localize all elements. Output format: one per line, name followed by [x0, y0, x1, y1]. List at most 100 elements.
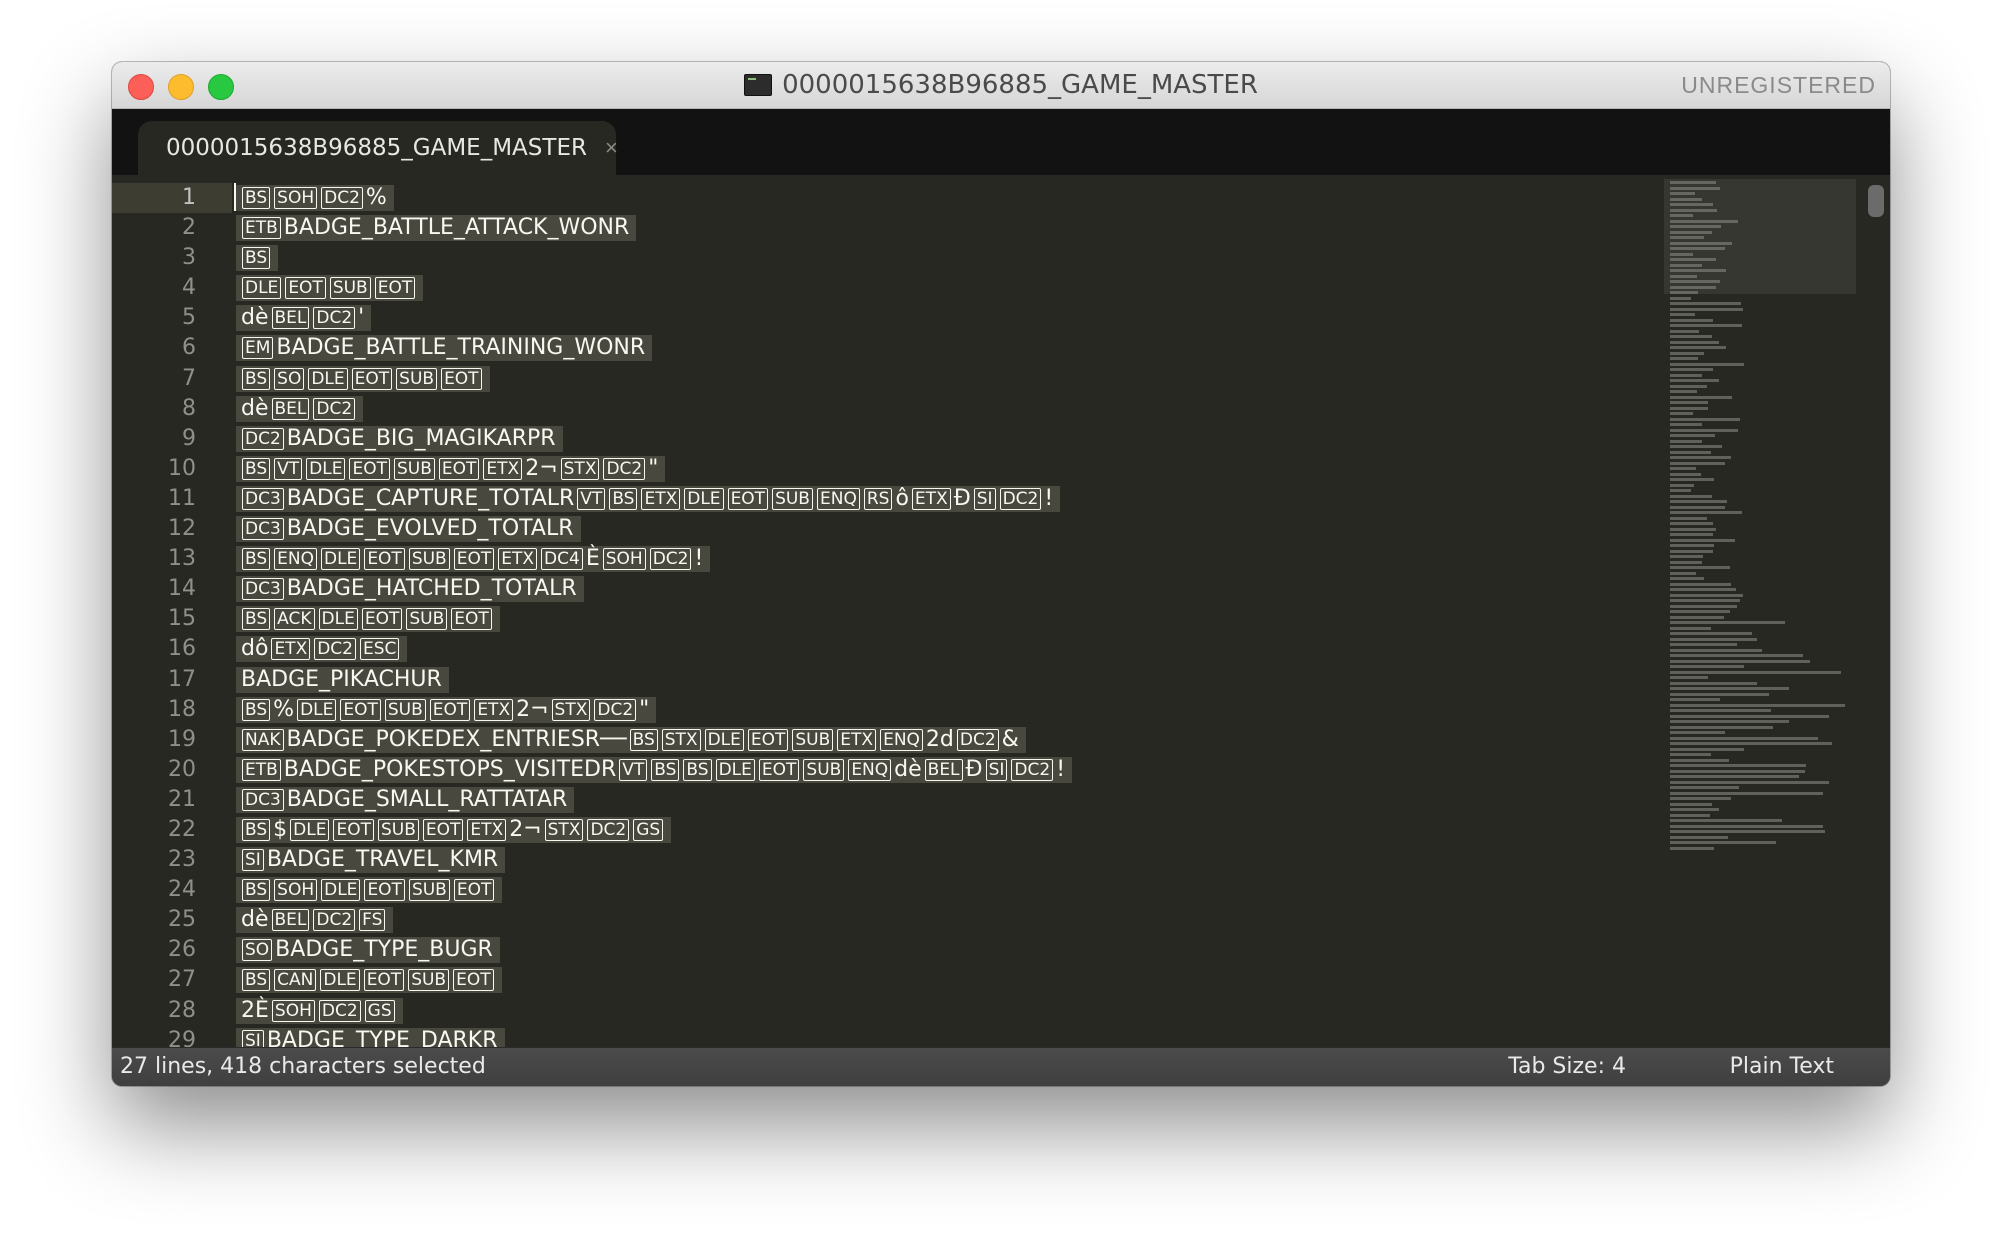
minimap-row [1670, 368, 1714, 371]
text-run: ! [1044, 485, 1054, 511]
editor-line[interactable]: 9 DC2 BADGE_BIG_MAGIKARPR [112, 424, 1670, 454]
text-run: 2d [925, 726, 954, 752]
editor-line[interactable]: 20 ETB BADGE_POKESTOPS_VISITEDR VT BS BS DLE EO… [112, 755, 1670, 785]
control-char-glyph: SUB [408, 969, 450, 992]
control-char-glyph: EOT [361, 608, 403, 631]
minimap-row [1670, 467, 1697, 470]
vertical-scrollbar[interactable] [1868, 185, 1884, 217]
editor-line[interactable]: 17 BADGE_PIKACHUR [112, 665, 1670, 695]
control-char-glyph: DLE [321, 548, 361, 571]
control-char-glyph: ETX [837, 728, 877, 751]
minimap-row [1670, 318, 1714, 322]
line-number: 20 [168, 756, 196, 782]
minimap-row [1670, 489, 1692, 492]
editor-line[interactable]: 3 BS [112, 243, 1670, 273]
minimap-row [1670, 527, 1717, 531]
minimap-row [1670, 395, 1732, 399]
editor-line[interactable]: 12 DC3 BADGE_EVOLVED_TOTALR [112, 514, 1670, 544]
line-number: 8 [182, 395, 196, 421]
control-char-glyph: SUB [803, 758, 845, 781]
minimap-row [1670, 549, 1714, 553]
editor-line[interactable]: 22 BS $ DLE EOT SUB EOT ETX 2¬ STX DC2 GS [112, 815, 1670, 845]
line-number: 22 [168, 816, 196, 842]
line-text: 2È SOH DC2 GS [236, 997, 403, 1024]
minimap-row [1670, 753, 1711, 756]
control-char-glyph: EOT [349, 457, 390, 480]
control-char-glyph: DC3 [242, 578, 284, 601]
code-lines[interactable]: 1 BS SOH DC2% 2 ETB BADGE_BATTLE_ATTACK_WONR 3 B… [112, 183, 1670, 1056]
editor-line[interactable]: 1 BS SOH DC2% [112, 183, 1670, 213]
minimap-row [1670, 428, 1738, 432]
minimap-row [1670, 208, 1717, 212]
minimap-row [1670, 313, 1696, 316]
line-number: 27 [168, 967, 196, 993]
control-char-glyph: BEL [924, 758, 963, 781]
editor-line[interactable]: 10 BS VT DLE EOT SUB EOT ETX 2¬ STX DC2 " [112, 454, 1670, 484]
text-editor[interactable]: 1 BS SOH DC2% 2 ETB BADGE_BATTLE_ATTACK_WONR 3 B… [112, 175, 1890, 1054]
editor-line[interactable]: 11 DC3 BADGE_CAPTURE_TOTALR VT BS ETX DLE EOT SU… [112, 484, 1670, 514]
minimap-row [1670, 725, 1773, 729]
minimap-row [1670, 241, 1733, 245]
line-text: BS% DLE EOT SUB EOT ETX 2¬ STX DC2 " [236, 696, 657, 723]
line-text: DC3 BADGE_CAPTURE_TOTALR VT BS ETX DLE EOT SUB E… [236, 485, 1061, 512]
minimap-row [1670, 302, 1741, 305]
editor-line[interactable]: 8 dè BEL DC2 [112, 394, 1670, 424]
control-char-glyph: EOT [747, 728, 789, 751]
control-char-glyph: DC2 [242, 427, 284, 450]
control-char-glyph: DC2 [1011, 758, 1054, 781]
syntax-selector[interactable]: Plain Text [1730, 1048, 1834, 1086]
control-char-glyph: EOT [727, 487, 769, 510]
line-text: DC3 BADGE_HATCHED_TOTALR [236, 576, 584, 603]
minimap-row [1670, 340, 1720, 344]
text-run: BADGE_CAPTURE_TOTALR [286, 485, 575, 511]
editor-line[interactable]: 23 SI BADGE_TRAVEL_KMR [112, 845, 1670, 875]
line-text: BS SOH DC2% [236, 185, 394, 211]
editor-line[interactable]: 6 EM BADGE_BATTLE_TRAINING_WONR [112, 333, 1670, 363]
control-char-glyph: BEL [271, 307, 310, 330]
editor-line[interactable]: 25 dè BEL DC2 FS [112, 905, 1670, 935]
editor-line[interactable]: 21 DC3 BADGE_SMALL_RATTATAR [112, 785, 1670, 815]
minimap-row [1670, 307, 1743, 311]
control-char-glyph: DC2 [999, 487, 1042, 510]
minimap-row [1670, 461, 1726, 465]
line-text: BS SOH DLE EOT SUB EOT [236, 877, 503, 904]
minimap-row [1670, 346, 1727, 349]
minimap-row [1670, 731, 1725, 734]
minimap-row [1670, 203, 1714, 206]
editor-line[interactable]: 5 dè BEL DC2 ' [112, 303, 1670, 333]
tab-close-icon[interactable]: × [605, 135, 618, 161]
control-char-glyph: DLE [308, 367, 348, 390]
editor-line[interactable]: 13 BS ENQ DLE EOT SUB EOT ETX DC4 È SOH DC2! [112, 544, 1670, 574]
editor-line[interactable]: 24 BS SOH DLE EOT SUB EOT [112, 875, 1670, 905]
control-char-glyph: BS [242, 879, 271, 902]
editor-line[interactable]: 18 BS% DLE EOT SUB EOT ETX 2¬ STX DC2 " [112, 695, 1670, 725]
minimap-row [1670, 516, 1707, 520]
control-char-glyph: VT [619, 758, 648, 781]
line-number: 19 [168, 726, 196, 752]
minimap-row [1670, 329, 1700, 333]
tab-size-selector[interactable]: Tab Size: 4 [1508, 1048, 1626, 1086]
minimap-row [1670, 483, 1694, 487]
editor-line[interactable]: 14 DC3 BADGE_HATCHED_TOTALR [112, 574, 1670, 604]
minimap-row [1670, 197, 1703, 201]
editor-line[interactable]: 27 BS CAN DLE EOT SUB EOT [112, 965, 1670, 995]
control-char-glyph: VT [274, 457, 303, 480]
editor-line[interactable]: 15 BS ACK DLE EOT SUB EOT [112, 604, 1670, 634]
editor-line[interactable]: 4 DLE EOT SUB EOT [112, 273, 1670, 303]
text-run: BADGE_BATTLE_TRAINING_WONR [276, 335, 646, 361]
minimap[interactable] [1664, 179, 1856, 1048]
control-char-glyph: SO [242, 939, 273, 962]
file-tab[interactable]: 0000015638B96885_GAME_MASTER × [138, 121, 618, 175]
minimap-row [1670, 819, 1783, 822]
line-number: 28 [168, 997, 196, 1023]
editor-line[interactable]: 16 dô ETX DC2 ESC [112, 634, 1670, 664]
minimap-row [1670, 714, 1829, 718]
editor-line[interactable]: 2 ETB BADGE_BATTLE_ATTACK_WONR [112, 213, 1670, 243]
control-char-glyph: FS [359, 909, 386, 932]
editor-line[interactable]: 28 2È SOH DC2 GS [112, 996, 1670, 1026]
editor-line[interactable]: 26 SO BADGE_TYPE_BUGR [112, 935, 1670, 965]
minimap-row [1670, 390, 1698, 393]
editor-line[interactable]: 19 NAK BADGE_POKEDEX_ENTRIESR── BS STX DLE EOT… [112, 725, 1670, 755]
editor-line[interactable]: 7 BS SO DLE EOT SUB EOT [112, 364, 1670, 394]
line-text: ETB BADGE_POKESTOPS_VISITEDR VT BS BS DLE EOT S… [236, 756, 1073, 783]
